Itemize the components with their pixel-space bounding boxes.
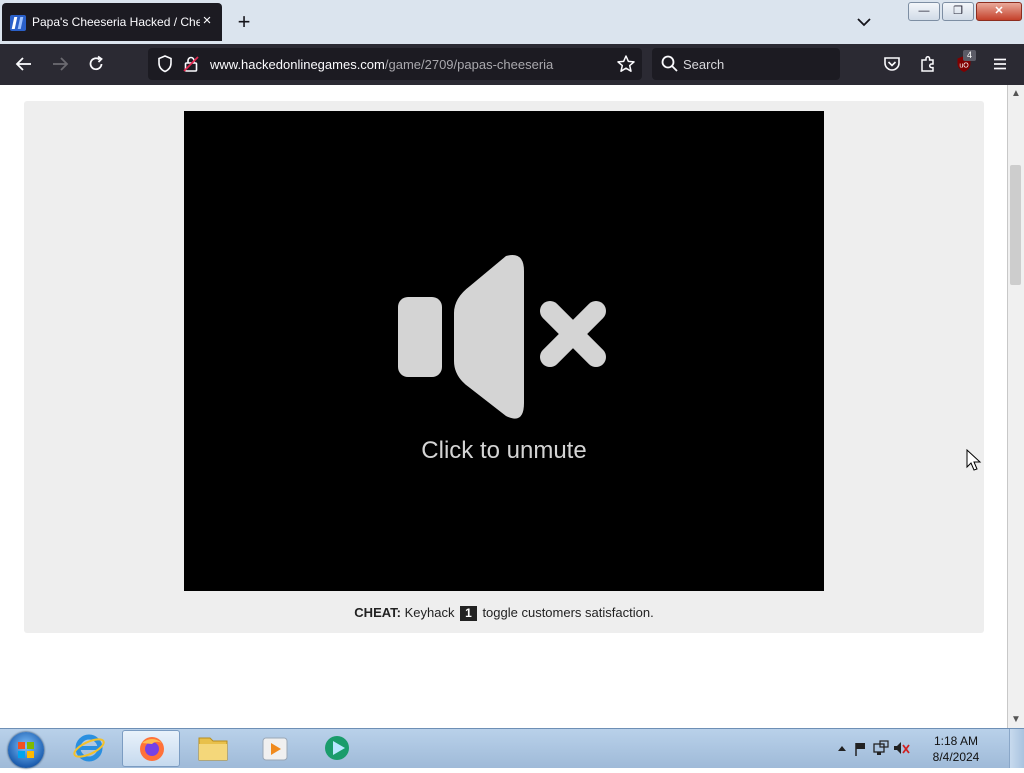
tab-strip: Papa's Cheeseria Hacked / Che × + — ❐ ✕ [0, 0, 1024, 44]
system-tray: 1:18 AM 8/4/2024 [834, 729, 1024, 768]
taskbar-firefox[interactable] [122, 730, 180, 767]
url-domain: www.hackedonlinegames.com [210, 57, 385, 72]
game-frame[interactable]: Click to unmute [184, 111, 824, 591]
window-controls: — ❐ ✕ [906, 2, 1022, 21]
click-to-unmute-label[interactable]: Click to unmute [184, 437, 824, 465]
tab-papas-cheeseria[interactable]: Papa's Cheeseria Hacked / Che × [2, 3, 222, 41]
nav-toolbar: www.hackedonlinegames.com/game/2709/papa… [0, 44, 1024, 85]
bookmark-star-icon[interactable] [616, 54, 636, 74]
forward-arrow-icon[interactable] [50, 54, 70, 74]
scroll-down-arrow-icon[interactable]: ▼ [1008, 711, 1024, 728]
ublock-blocked-count-badge: 4 [963, 50, 976, 61]
clock-date: 8/4/2024 [932, 750, 980, 764]
windows-logo-icon [18, 742, 34, 758]
search-bar[interactable]: Search [652, 48, 840, 80]
extensions-puzzle-icon[interactable] [918, 54, 938, 74]
url-text: www.hackedonlinegames.com/game/2709/papa… [210, 57, 553, 72]
taskbar-internet-explorer[interactable] [60, 730, 118, 767]
minimize-button[interactable]: — [908, 2, 940, 21]
clock-time: 1:18 AM [933, 734, 979, 748]
cheat-instructions: CHEAT: Keyhack 1 toggle customers satisf… [24, 605, 984, 621]
taskbar-file-explorer[interactable] [184, 730, 242, 767]
show-hidden-icons-icon[interactable] [838, 746, 846, 751]
site-favicon-icon [10, 15, 26, 31]
page-content: Click to unmute CHEAT: Keyhack 1 toggle … [0, 85, 1007, 728]
muted-speaker-icon[interactable] [184, 111, 824, 591]
tracking-protection-shield-icon[interactable] [156, 54, 176, 74]
tab-title: Papa's Cheeseria Hacked / Che [32, 15, 200, 29]
cheat-key-badge: 1 [460, 606, 477, 621]
scrollbar-thumb[interactable] [1010, 165, 1021, 285]
svg-text:uO: uO [959, 63, 969, 70]
back-arrow-icon[interactable] [14, 54, 34, 74]
volume-muted-icon[interactable] [894, 742, 910, 754]
scroll-up-arrow-icon[interactable]: ▲ [1008, 85, 1024, 102]
search-icon [660, 54, 680, 74]
vertical-scrollbar[interactable]: ▲ ▼ [1007, 85, 1024, 728]
show-desktop-button[interactable] [1009, 729, 1024, 768]
taskbar: 1:18 AM 8/4/2024 [0, 728, 1024, 768]
app-icon [325, 736, 349, 760]
new-tab-button[interactable]: + [234, 11, 254, 33]
clock[interactable]: 1:18 AM 8/4/2024 [926, 733, 986, 765]
search-input[interactable]: Search [683, 57, 724, 72]
media-player-icon [262, 737, 288, 761]
folder-icon [198, 737, 228, 761]
reload-icon[interactable] [86, 54, 106, 74]
cheat-prefix: CHEAT: [354, 605, 401, 620]
network-icon[interactable] [873, 740, 889, 755]
tray-icons [838, 740, 910, 756]
list-all-tabs-chevron-icon[interactable] [854, 12, 874, 32]
taskbar-app[interactable] [308, 730, 366, 767]
maximize-button[interactable]: ❐ [942, 2, 974, 21]
internet-explorer-icon [73, 734, 105, 762]
cheat-text-before: Keyhack [404, 605, 455, 620]
url-path: /game/2709/papas-cheeseria [384, 57, 554, 72]
insecure-lock-icon[interactable] [182, 54, 202, 74]
tab-close-icon[interactable]: × [200, 13, 214, 29]
firefox-icon [140, 737, 164, 761]
action-center-flag-icon[interactable] [855, 743, 865, 756]
menu-hamburger-icon[interactable] [990, 54, 1010, 74]
start-button[interactable] [8, 732, 44, 768]
taskbar-media-player[interactable] [246, 730, 304, 767]
close-window-button[interactable]: ✕ [976, 2, 1022, 21]
cheat-text-after: toggle customers satisfaction. [482, 605, 654, 620]
mouse-cursor-icon [966, 449, 982, 471]
game-container: Click to unmute CHEAT: Keyhack 1 toggle … [24, 101, 984, 633]
address-bar[interactable]: www.hackedonlinegames.com/game/2709/papa… [148, 48, 642, 80]
pocket-icon[interactable] [882, 54, 902, 74]
